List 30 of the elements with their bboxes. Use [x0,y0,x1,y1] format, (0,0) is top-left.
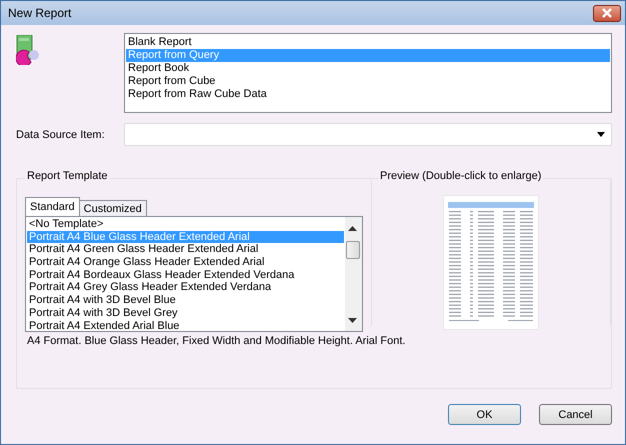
preview-heading: Preview (Double-click to enlarge) [378,170,544,182]
template-item[interactable]: Portrait A4 Grey Glass Header Extended Verdana [27,281,344,294]
data-source-label: Data Source Item: [16,128,106,140]
template-tab[interactable]: Standard [25,197,80,216]
template-tab[interactable]: Customized [78,200,147,216]
close-button[interactable] [593,4,621,22]
report-type-item[interactable]: Blank Report [126,36,610,49]
ok-button[interactable]: OK [448,404,521,425]
report-template-heading: Report Template [25,170,110,182]
template-item[interactable]: <No Template> [27,218,344,231]
report-type-item[interactable]: Report from Raw Cube Data [126,88,610,101]
template-item[interactable]: Portrait A4 with 3D Bevel Grey [27,306,344,320]
report-book-icon [16,35,40,65]
scrollbar[interactable] [345,217,362,331]
template-item[interactable]: Portrait A4 Extended Arial Blue [27,320,344,331]
template-description: A4 Format. Blue Glass Header, Fixed Width and Modifiable Height. Arial Font. [27,335,406,347]
template-item[interactable]: Portrait A4 with 3D Bevel Blue [27,294,344,307]
report-type-item[interactable]: Report from Cube [126,75,610,88]
dropdown-caret-icon [597,132,605,137]
window-title: New Report [8,6,72,20]
scroll-down-icon[interactable] [348,318,357,323]
report-type-item[interactable]: Report Book [126,62,610,75]
scroll-thumb[interactable] [346,241,360,259]
template-item[interactable]: Portrait A4 Orange Glass Header Extended Arial [27,256,344,269]
close-icon [601,8,613,18]
scroll-up-icon[interactable] [348,226,357,231]
template-item[interactable]: Portrait A4 Green Glass Header Extended Arial [27,243,344,256]
template-item[interactable]: Portrait A4 Bordeaux Glass Header Extended Verdana [27,268,344,282]
report-preview-thumbnail[interactable] [443,195,539,330]
cancel-button[interactable]: Cancel [539,404,612,425]
